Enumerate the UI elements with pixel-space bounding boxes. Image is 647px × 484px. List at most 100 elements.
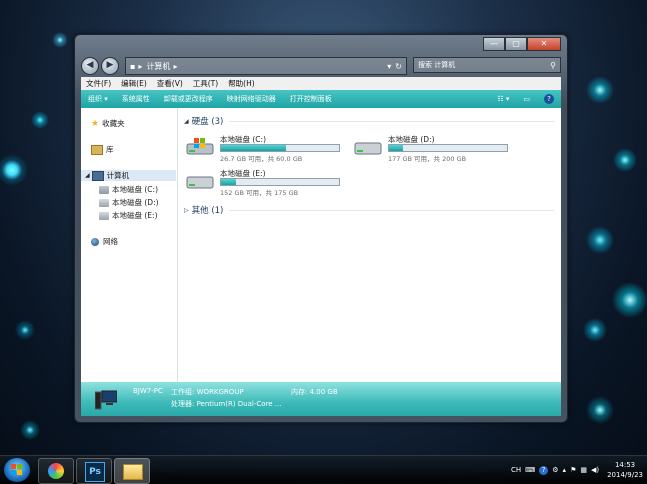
collapse-arrow-icon[interactable]: ◢ (184, 118, 189, 125)
expand-arrow-icon[interactable]: ▷ (184, 207, 189, 214)
menu-bar: 文件(F) 编辑(E) 查看(V) 工具(T) 帮助(H) (81, 77, 561, 91)
nav-favorites[interactable]: ★ 收藏夹 (91, 118, 125, 129)
nav-network-label: 网络 (103, 237, 118, 246)
computer-icon: ▪ (130, 61, 136, 71)
menu-file[interactable]: 文件(F) (86, 78, 111, 89)
open-control-panel-button[interactable]: 打开控制面板 (290, 94, 332, 104)
nav-drive-d[interactable]: 本地磁盘 (D:) (99, 197, 159, 208)
drive-e-info: 152 GB 可用，共 175 GB (220, 189, 299, 197)
map-network-drive-button[interactable]: 映射网络驱动器 (227, 94, 276, 104)
menu-edit[interactable]: 编辑(E) (121, 78, 147, 89)
drive-c-usage-bar (220, 144, 340, 152)
content-pane: ◢ 硬盘 (3) 本地磁盘 (C:) 26.7 GB 可用，共 60.0 GB … (178, 108, 561, 382)
group-other[interactable]: ▷ 其他 (1) (184, 204, 554, 216)
nav-drive-c[interactable]: 本地磁盘 (C:) (99, 184, 158, 195)
start-button[interactable] (4, 458, 30, 482)
forward-button[interactable]: ▶ (101, 57, 119, 75)
help-icon[interactable]: ? (544, 94, 554, 104)
action-center-icon[interactable]: ⚑ (570, 466, 576, 474)
nav-libraries-label: 库 (106, 145, 114, 154)
organize-button[interactable]: 组织 ▾ (88, 94, 108, 104)
taskbar-app-color[interactable] (38, 458, 74, 484)
taskbar-photoshop[interactable]: Ps (76, 458, 112, 484)
network-icon (91, 237, 99, 246)
explorer-window: — ▢ ✕ ◀ ▶ ▪ ▸ 计算机 ▸ ▾ ↻ 搜索 计算机 ⚲ 文件(F) 编… (74, 34, 568, 423)
clock-time: 14:53 (614, 461, 636, 469)
menu-tools[interactable]: 工具(T) (193, 78, 218, 89)
drive-e-usage-fill (221, 179, 237, 185)
nav-drive-e[interactable]: 本地磁盘 (E:) (99, 210, 158, 221)
close-button[interactable]: ✕ (527, 37, 561, 51)
view-options-icon[interactable]: ☷ ▾ (497, 95, 509, 103)
group-divider (229, 120, 554, 122)
tray-expand-icon[interactable]: ▴ (563, 466, 567, 474)
search-input[interactable]: 搜索 计算机 ⚲ (413, 57, 561, 73)
star-icon: ★ (91, 118, 100, 129)
drive-icon (99, 211, 109, 220)
drive-icon (186, 172, 214, 190)
drive-icon (99, 198, 109, 207)
processor: 处理器: Pentium(R) Dual-Core ... (171, 400, 282, 408)
command-bar: 组织 ▾ 系统属性 卸载或更改程序 映射网络驱动器 打开控制面板 ☷ ▾ ▭ ? (81, 90, 561, 108)
taskbar: Ps CH ⌨ ? ⚙ ▴ ⚑ ▦ ◀) 14:53 2014/9/23 (0, 455, 647, 484)
window-controls: — ▢ ✕ (483, 37, 561, 51)
windows-drive-icon (99, 185, 109, 194)
windows-logo-icon (11, 464, 22, 475)
group-other-label: 其他 (1) (191, 206, 224, 216)
nav-libraries[interactable]: 库 (91, 144, 114, 155)
computer-icon (94, 390, 118, 410)
drive-icon (354, 138, 382, 156)
expand-arrow-icon[interactable]: ◢ (85, 172, 90, 179)
group-divider (229, 209, 554, 211)
computer-icon (91, 170, 104, 181)
nav-computer[interactable]: ◢ 计算机 (81, 170, 176, 181)
minimize-button[interactable]: — (483, 37, 505, 51)
back-button[interactable]: ◀ (81, 57, 99, 75)
help-icon[interactable]: ? (539, 465, 549, 475)
drive-d-usage-fill (389, 145, 403, 151)
library-icon (91, 144, 103, 155)
menu-help[interactable]: 帮助(H) (228, 78, 255, 89)
dropdown-icon[interactable]: ▾ (387, 62, 391, 71)
nav-drive-e-label: 本地磁盘 (E:) (112, 211, 158, 220)
group-hard-disks-label: 硬盘 (3) (191, 117, 224, 127)
workgroup: 工作组: WORKGROUP (171, 388, 244, 396)
keyboard-icon[interactable]: ⌨ (525, 466, 535, 474)
nav-network[interactable]: 网络 (91, 236, 118, 247)
refresh-icon[interactable]: ↻ (395, 62, 402, 71)
nav-computer-label: 计算机 (106, 171, 130, 180)
network-icon[interactable]: ▦ (580, 466, 587, 474)
drive-e-tile[interactable]: 本地磁盘 (E:) 152 GB 可用，共 175 GB (186, 166, 346, 197)
settings-icon[interactable]: ⚙ (552, 466, 558, 474)
volume-icon[interactable]: ◀) (591, 466, 599, 474)
windows-drive-icon (186, 138, 214, 156)
nav-favorites-label: 收藏夹 (102, 119, 125, 128)
memory: 内存: 4.00 GB (291, 388, 338, 396)
nav-drive-d-label: 本地磁盘 (D:) (112, 198, 159, 207)
taskbar-explorer[interactable] (114, 458, 150, 484)
maximize-button[interactable]: ▢ (505, 37, 527, 51)
uninstall-program-button[interactable]: 卸载或更改程序 (164, 94, 213, 104)
address-bar[interactable]: ▪ ▸ 计算机 ▸ ▾ ↻ (125, 57, 407, 75)
clock[interactable]: 14:53 2014/9/23 (607, 460, 643, 480)
drive-c-usage-fill (221, 145, 287, 151)
ime-indicator[interactable]: CH (511, 466, 521, 474)
breadcrumb-computer[interactable]: 计算机 (146, 61, 170, 72)
menu-view[interactable]: 查看(V) (157, 78, 183, 89)
group-hard-disks[interactable]: ◢ 硬盘 (3) (184, 115, 554, 127)
pc-name: BJW7-PC (133, 387, 163, 395)
drive-c-tile[interactable]: 本地磁盘 (C:) 26.7 GB 可用，共 60.0 GB (186, 132, 346, 163)
preview-pane-icon[interactable]: ▭ (523, 95, 530, 103)
drive-c-info: 26.7 GB 可用，共 60.0 GB (220, 155, 303, 163)
nav-drive-c-label: 本地磁盘 (C:) (112, 185, 158, 194)
details-pane: BJW7-PC 工作组: WORKGROUP 内存: 4.00 GB 处理器: … (81, 382, 561, 416)
search-placeholder: 搜索 计算机 (418, 61, 456, 69)
system-properties-button[interactable]: 系统属性 (122, 94, 150, 104)
app-color-icon (48, 463, 64, 479)
chevron-right-icon: ▸ (173, 61, 178, 71)
search-icon[interactable]: ⚲ (550, 61, 556, 70)
navigation-pane: ★ 收藏夹 库 ◢ 计算机 本地磁盘 (C:) 本地磁盘 (D:) 本地磁盘 (… (81, 108, 178, 382)
photoshop-icon: Ps (85, 462, 105, 482)
drive-d-tile[interactable]: 本地磁盘 (D:) 177 GB 可用，共 200 GB (354, 132, 514, 163)
chevron-right-icon: ▸ (138, 61, 143, 71)
